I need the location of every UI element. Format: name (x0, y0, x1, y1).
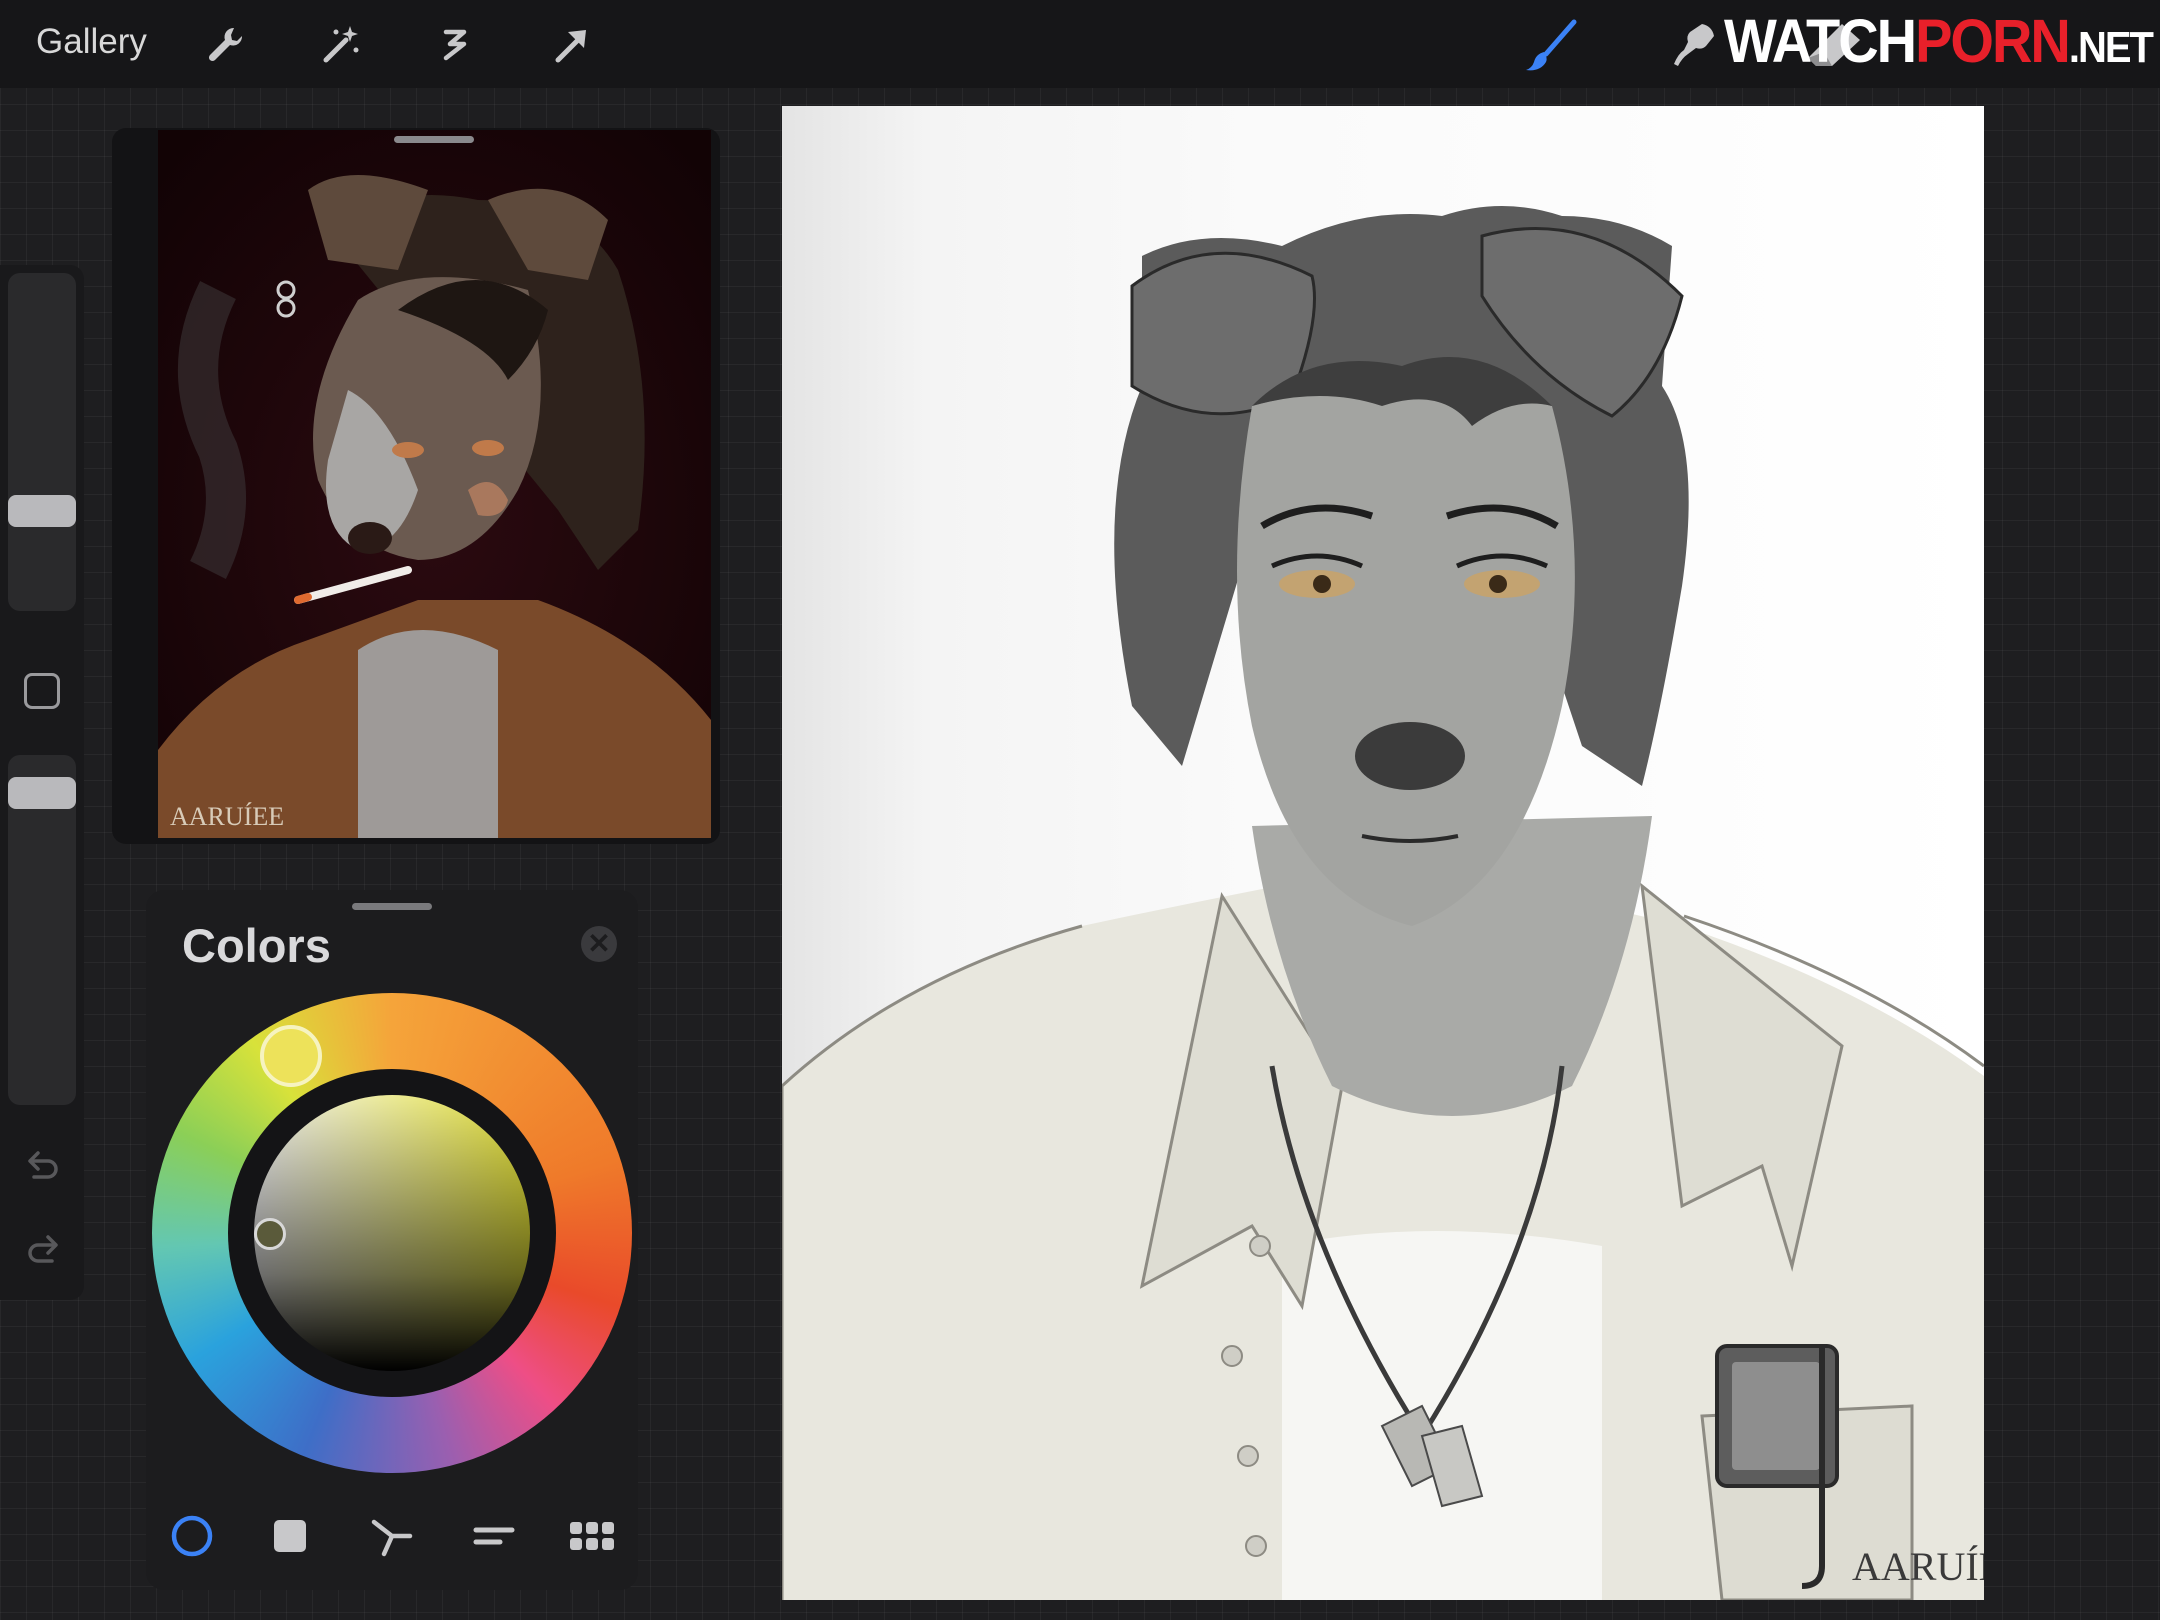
transform-arrow-icon[interactable] (546, 20, 596, 70)
watermark-logo: WATCHPORN.NET (1723, 5, 2154, 76)
hue-picker-handle[interactable] (260, 1025, 322, 1087)
brush-size-thumb[interactable] (8, 495, 76, 527)
palettes-tab-icon[interactable] (566, 1512, 618, 1560)
colors-panel-handle[interactable] (352, 903, 432, 910)
close-icon[interactable]: ✕ (581, 926, 617, 962)
canvas-illustration: AARUÍEE (782, 206, 1984, 1600)
smudge-icon[interactable] (1664, 16, 1724, 76)
color-disc-tab-icon[interactable] (166, 1512, 218, 1560)
reference-panel-handle[interactable] (394, 136, 474, 143)
reference-artwork: AARUÍEE (158, 130, 711, 838)
drawing-canvas[interactable]: AARUÍEE (782, 106, 1984, 1600)
brush-size-slider[interactable] (8, 273, 76, 611)
redo-icon[interactable] (22, 1231, 64, 1267)
saturation-brightness-disc[interactable] (254, 1095, 530, 1371)
brush-icon[interactable] (1522, 16, 1582, 76)
opacity-thumb[interactable] (8, 777, 76, 809)
reference-signature: AARUÍEE (170, 802, 284, 831)
harmony-tab-icon[interactable] (366, 1512, 418, 1560)
colors-panel-title: Colors (182, 919, 331, 972)
gallery-button[interactable]: Gallery (36, 22, 147, 62)
magic-wand-icon[interactable] (316, 20, 366, 70)
canvas-signature: AARUÍEE (1852, 1544, 1984, 1589)
reference-illustration: AARUÍEE (158, 130, 711, 838)
left-sidebar (0, 265, 84, 1300)
classic-tab-icon[interactable] (264, 1512, 316, 1560)
selection-icon[interactable] (430, 20, 480, 70)
saturation-picker-handle[interactable] (254, 1218, 286, 1250)
undo-icon[interactable] (22, 1147, 64, 1183)
value-tab-icon[interactable] (466, 1512, 518, 1560)
modify-button[interactable] (24, 673, 60, 709)
wrench-icon[interactable] (200, 20, 250, 70)
